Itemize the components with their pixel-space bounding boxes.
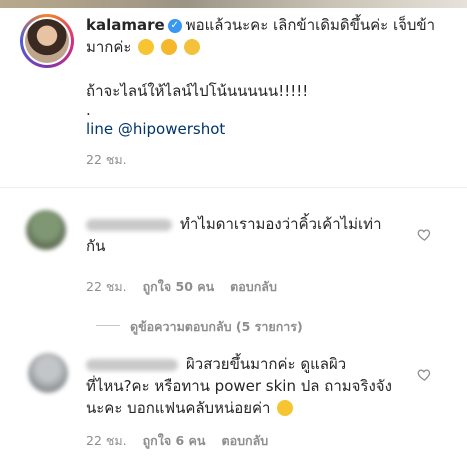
comment-2-reply-button[interactable]: ตอบกลับ: [221, 433, 268, 448]
comment-2-time: 22 ชม.: [86, 433, 127, 448]
author-username[interactable]: kalamare: [86, 16, 165, 34]
author-avatar[interactable]: [20, 14, 74, 68]
like-heart-icon[interactable]: [417, 367, 432, 382]
comment-2: ผิวสวยขึ้นมากค่ะ ดูแลผิว ที่ไหน?คะ หรือท…: [86, 353, 426, 451]
divider: [0, 187, 467, 188]
grinning-face-icon: [277, 400, 294, 416]
caption-line-2: มากค่ะ: [86, 38, 132, 56]
comment-1-text-1: ทำไมดาเรามองว่าคิ้วเค้าไม่เท่า: [180, 215, 382, 233]
comment-1: ทำไมดาเรามองว่าคิ้วเค้าไม่เท่า กัน 22 ชม…: [86, 213, 416, 297]
comment-2-text-2: ที่ไหน?คะ หรือทาน power skin ปล ถามจริงจ…: [86, 377, 392, 395]
view-replies-button[interactable]: ดูข้อความตอบกลับ (5 รายการ): [130, 317, 303, 337]
commenter-username-blurred[interactable]: [86, 218, 172, 231]
caption-dot: .: [86, 101, 91, 119]
top-image-strip: [0, 0, 467, 8]
caption: kalamare ✓ พอแล้วนะคะ เลิกข้าเดิมดิขึ้นค่ะ…: [86, 14, 456, 170]
comment-1-time: 22 ชม.: [86, 279, 127, 294]
verified-badge-icon: ✓: [167, 18, 182, 33]
tired-face-icon: [183, 39, 200, 55]
author-avatar-photo: [25, 19, 69, 63]
commenter-username-blurred[interactable]: [86, 358, 178, 371]
commenter-avatar[interactable]: [28, 353, 68, 393]
like-heart-icon[interactable]: [417, 227, 432, 242]
crying-face-icon: [161, 39, 178, 55]
caption-line-3: ถ้าจะไลน์ให้ไลน์ไปโน้นนนนน!!!!!: [86, 82, 309, 100]
comment-1-text-2: กัน: [86, 237, 106, 255]
caption-line-1: พอแล้วนะคะ เลิกข้าเดิมดิขึ้นค่ะ เจ็บข้า: [185, 16, 436, 34]
comment-2-text-1: ผิวสวยขึ้นมากค่ะ ดูแลผิว: [186, 355, 347, 373]
comment-2-text-3: นะคะ บอกแฟนคลับหน่อยค่า: [86, 399, 271, 417]
caption-line-4[interactable]: line @hipowershot: [86, 120, 225, 138]
comment-1-reply-button[interactable]: ตอบกลับ: [230, 279, 277, 294]
comment-1-likes[interactable]: ถูกใจ 50 คน: [143, 279, 215, 294]
disappointed-face-icon: [138, 39, 155, 55]
caption-time: 22 ชม.: [86, 152, 127, 167]
commenter-avatar[interactable]: [26, 210, 66, 250]
comment-2-likes[interactable]: ถูกใจ 6 คน: [143, 433, 206, 448]
view-replies-line: [96, 325, 120, 326]
